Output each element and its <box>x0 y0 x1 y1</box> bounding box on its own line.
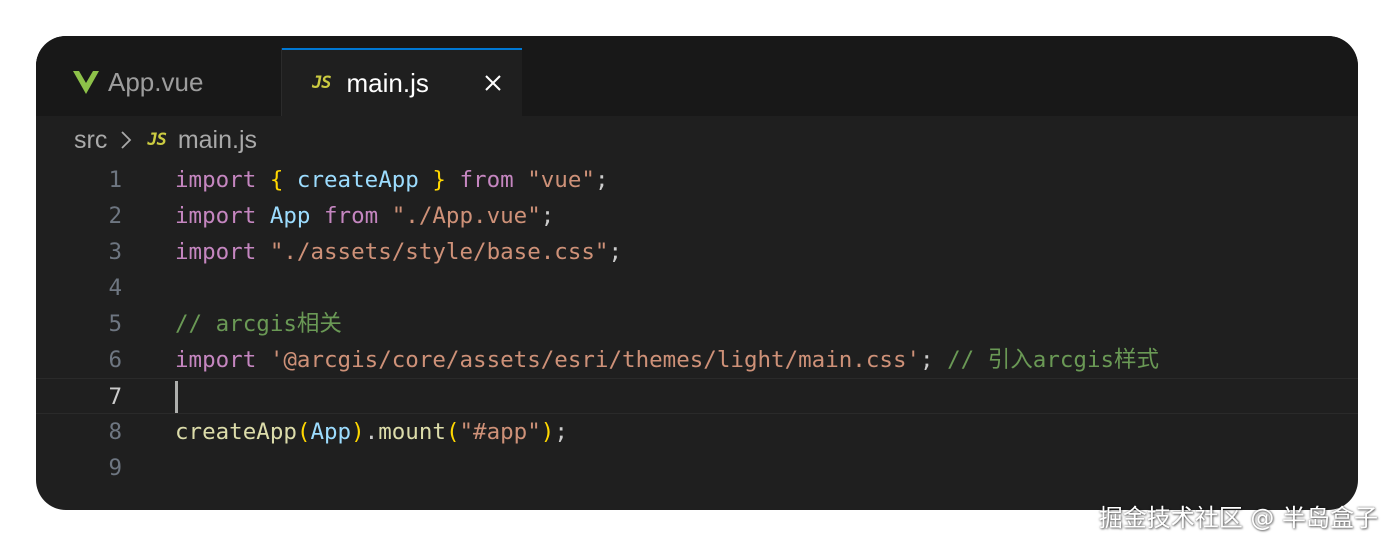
code-editor[interactable]: 1 import { createApp } from "vue"; 2 import… <box>36 162 1358 486</box>
code-token: "vue" <box>527 167 595 193</box>
code-token: ; <box>540 203 555 229</box>
code-token: '@arcgis/core/assets/esri/themes/light/m… <box>269 347 921 373</box>
code-token: import <box>175 239 257 265</box>
chevron-right-icon <box>121 131 132 149</box>
line-number: 7 <box>108 384 122 410</box>
breadcrumb: src JS main.js <box>74 122 257 158</box>
vue-icon <box>73 71 99 94</box>
code-token: ; <box>594 167 609 193</box>
code-token: App <box>269 203 311 229</box>
code-token: "./assets/style/base.css" <box>269 239 609 265</box>
line-number: 5 <box>108 311 122 337</box>
code-token: ( <box>445 419 460 445</box>
code-token: ( <box>296 419 311 445</box>
code-token: . <box>364 419 379 445</box>
js-icon: JS <box>312 73 332 93</box>
code-text: import "./assets/style/base.css"; <box>175 234 622 270</box>
tab-app-vue[interactable]: App.vue <box>36 48 282 116</box>
code-token: mount <box>378 419 446 445</box>
code-text: // arcgis相关 <box>175 306 342 342</box>
code-token: "./App.vue" <box>391 203 541 229</box>
code-token: ; <box>920 347 948 373</box>
code-token: ) <box>351 419 365 445</box>
code-token: { <box>269 167 284 193</box>
line-number: 4 <box>108 275 122 301</box>
code-text: import { createApp } from "vue"; <box>175 162 609 198</box>
code-text: import App from "./App.vue"; <box>175 198 554 234</box>
breadcrumb-folder[interactable]: src <box>74 126 107 155</box>
breadcrumb-file[interactable]: main.js <box>178 126 257 155</box>
close-icon[interactable] <box>484 74 502 92</box>
js-icon: JS <box>147 130 167 150</box>
code-token: // 引入arcgis样式 <box>947 347 1160 373</box>
editor-window: App.vue JS main.js src JS main.js 1 impor… <box>36 36 1358 510</box>
code-line[interactable]: 3 import "./assets/style/base.css"; <box>36 234 1358 270</box>
code-line[interactable]: 9 <box>36 450 1358 486</box>
code-token: "#app" <box>459 419 541 445</box>
code-line[interactable]: 6 import '@arcgis/core/assets/esri/themes… <box>36 342 1358 378</box>
code-token: } <box>432 167 446 193</box>
code-token: // arcgis相关 <box>175 311 342 337</box>
code-token: import <box>175 167 257 193</box>
code-token: App <box>310 419 352 445</box>
code-line[interactable]: 4 <box>36 270 1358 306</box>
code-token: ; <box>554 419 568 445</box>
line-number: 3 <box>108 239 122 265</box>
code-token: import <box>175 347 257 373</box>
watermark: 掘金技术社区 @ 半岛盒子 <box>1098 504 1378 532</box>
code-line[interactable]: 2 import App from "./App.vue"; <box>36 198 1358 234</box>
code-text: createApp(App).mount("#app"); <box>175 414 568 450</box>
tab-main-js[interactable]: JS main.js <box>282 48 522 116</box>
line-number: 8 <box>108 419 122 445</box>
code-token: ) <box>540 419 555 445</box>
code-token: ; <box>608 239 623 265</box>
code-token: from <box>459 167 514 193</box>
code-token: createApp <box>175 419 297 445</box>
line-number: 6 <box>108 347 122 373</box>
code-token: import <box>175 203 257 229</box>
code-token: from <box>324 203 379 229</box>
line-number: 1 <box>108 167 122 193</box>
line-number: 2 <box>108 203 122 229</box>
text-cursor <box>175 381 178 413</box>
tab-label: App.vue <box>108 66 204 97</box>
code-line[interactable]: 1 import { createApp } from "vue"; <box>36 162 1358 198</box>
line-number: 9 <box>108 455 122 481</box>
tab-bar: App.vue JS main.js <box>36 36 1358 116</box>
code-line[interactable]: 7 <box>36 378 1358 414</box>
code-text: import '@arcgis/core/assets/esri/themes/… <box>175 342 1159 378</box>
tab-label: main.js <box>346 67 429 98</box>
code-token: createApp <box>296 167 419 193</box>
code-line[interactable]: 8 createApp(App).mount("#app"); <box>36 414 1358 450</box>
code-line[interactable]: 5 // arcgis相关 <box>36 306 1358 342</box>
